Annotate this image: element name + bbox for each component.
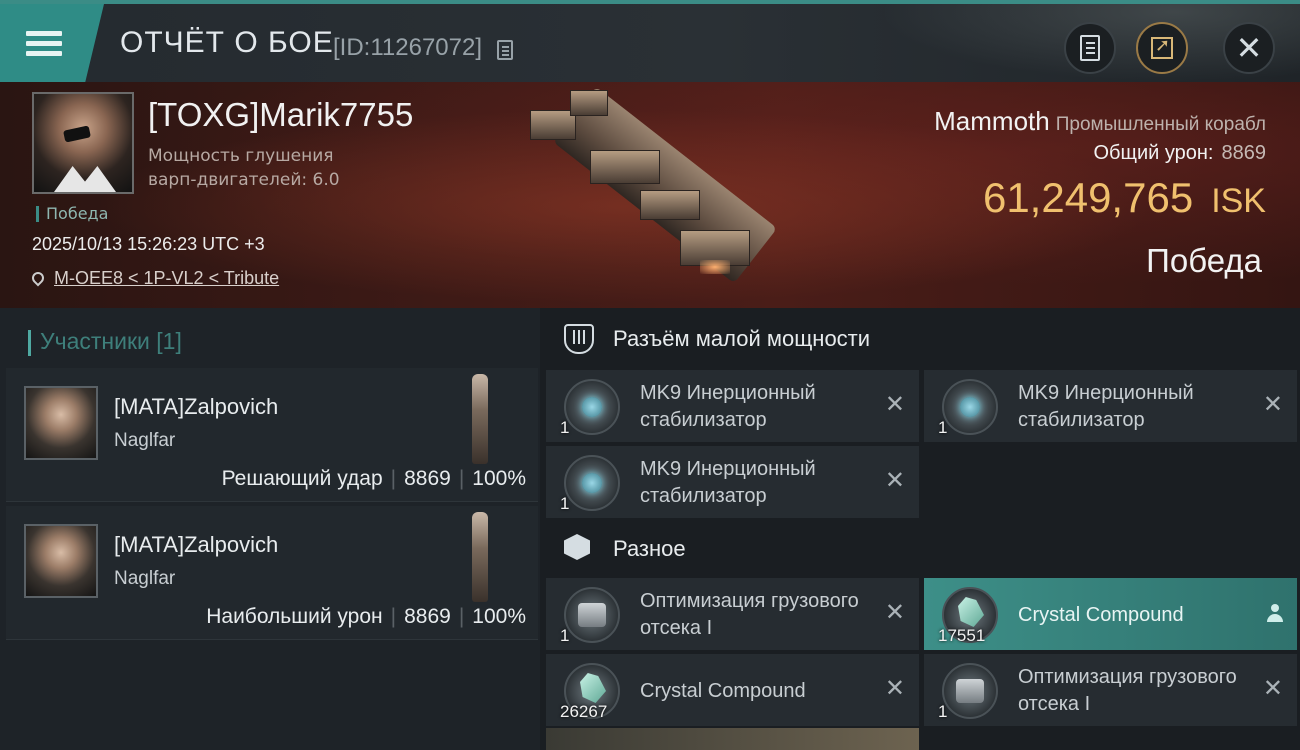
destroyed-icon: ✕ [884, 466, 905, 494]
participant-ship: Naglfar [114, 430, 176, 451]
participant-name[interactable]: [MATA]Zalpovich [114, 532, 278, 558]
module-name: MK9 Инерционный стабилизатор [640, 382, 816, 431]
isk-unit: ISK [1211, 182, 1266, 220]
module-item[interactable]: 1 Оптимизация грузового отсека I ✕ [546, 578, 919, 650]
participant-card[interactable]: [MATA]Zalpovich Naglfar Наибольший урон |… [6, 506, 538, 640]
module-name: Оптимизация грузового отсека I [640, 590, 859, 639]
destroyed-icon: ✕ [1262, 674, 1283, 702]
module-item-dropped[interactable]: 17551 Crystal Compound [924, 578, 1297, 650]
participant-name[interactable]: [MATA]Zalpovich [114, 394, 278, 420]
page-title: ОТЧЁТ О БОЕ [120, 26, 334, 59]
module-qty: 17551 [938, 626, 986, 645]
fitting-panel: Разъём малой мощности 1 MK9 Инерционный … [540, 308, 1300, 750]
victim-avatar[interactable] [32, 92, 134, 194]
participant-percent: 100% [472, 467, 526, 490]
participant-avatar[interactable] [24, 386, 98, 460]
destroyed-icon: ✕ [884, 390, 905, 418]
report-icon [1080, 35, 1100, 61]
title-bar: ОТЧЁТ О БОЕ [ID:11267072] ✕ [0, 0, 1300, 82]
share-button[interactable] [1136, 22, 1188, 74]
separator: | [458, 467, 465, 490]
module-name: Crystal Compound [640, 680, 806, 702]
cargo-optimization-icon [942, 663, 998, 719]
module-qty: 1 [560, 494, 570, 513]
participant-role: Наибольший урон [206, 605, 383, 628]
total-damage-label: Общий урон: [1093, 142, 1214, 164]
victim-stat: Мощность глушения варп-двигателей: 6.0 [148, 146, 340, 190]
ship-class: Промышленный корабл [1055, 114, 1266, 135]
participant-damage: 8869 [404, 605, 451, 628]
module-item[interactable]: 1 MK9 Инерционный стабилизатор ✕ [546, 370, 919, 442]
low-slot-icon [564, 324, 594, 354]
header-accent-bar [28, 330, 31, 356]
result-label: Победа [1146, 242, 1262, 279]
stabilizer-icon [564, 455, 620, 511]
menu-icon [26, 26, 62, 61]
module-name: Crystal Compound [1018, 604, 1184, 626]
separator: | [390, 467, 397, 490]
participant-ship-image [472, 374, 488, 464]
participants-panel: Участники [1] [MATA]Zalpovich Naglfar Ре… [0, 308, 540, 750]
kill-datetime: 2025/10/13 15:26:23 UTC +3 [32, 234, 265, 254]
participant-card[interactable]: [MATA]Zalpovich Naglfar Решающий удар | 88… [6, 368, 538, 502]
participant-percent: 100% [472, 605, 526, 628]
victim-name[interactable]: [TOXG]Marik7755 [148, 96, 413, 134]
module-item[interactable]: 1 Оптимизация грузового отсека I ✕ [924, 654, 1297, 726]
partially-visible-item[interactable] [546, 728, 919, 750]
close-button[interactable]: ✕ [1223, 22, 1275, 74]
isk-value: 61,249,765 [982, 174, 1194, 221]
module-name: Оптимизация грузового отсека I [1018, 666, 1237, 715]
total-damage: Общий урон: 8869 [1094, 142, 1267, 165]
module-qty: 1 [938, 702, 948, 721]
kill-summary-banner: [TOXG]Marik7755 Мощность глушения варп-д… [0, 82, 1300, 308]
report-id: [ID:11267072] [333, 34, 483, 61]
separator: | [458, 605, 465, 628]
module-name: MK9 Инерционный стабилизатор [1018, 382, 1194, 431]
destroyed-icon: ✕ [1262, 390, 1283, 418]
participants-title: Участники [1] [40, 328, 182, 354]
participant-ship-image [472, 512, 488, 602]
close-icon: ✕ [1235, 29, 1263, 67]
stabilizer-icon [564, 379, 620, 435]
isk-value-line: 61,249,765 ISK [983, 174, 1266, 222]
stabilizer-icon [942, 379, 998, 435]
participant-stats: Решающий удар | 8869 | 100% [222, 467, 526, 491]
menu-button[interactable] [0, 4, 104, 82]
module-qty: 26267 [560, 702, 608, 721]
module-qty: 1 [560, 418, 570, 437]
misc-header: Разное [540, 518, 1300, 580]
module-qty: 1 [560, 626, 570, 645]
report-button[interactable] [1064, 22, 1116, 74]
low-slots-title: Разъём малой мощности [613, 326, 871, 351]
location-pin-icon [29, 269, 47, 287]
location-link[interactable]: M-OEE8 < 1P-VL2 < Tribute [54, 268, 279, 288]
copy-icon[interactable] [497, 40, 513, 60]
kill-location[interactable]: M-OEE8 < 1P-VL2 < Tribute [29, 268, 279, 289]
destroyed-icon: ✕ [884, 598, 905, 626]
separator: | [390, 605, 397, 628]
participant-ship: Naglfar [114, 568, 176, 589]
module-item[interactable]: 1 MK9 Инерционный стабилизатор ✕ [546, 446, 919, 518]
total-damage-value: 8869 [1221, 142, 1267, 164]
module-item[interactable]: 1 MK9 Инерционный стабилизатор ✕ [924, 370, 1297, 442]
destroyed-icon: ✕ [884, 674, 905, 702]
person-icon [1267, 604, 1283, 624]
misc-title: Разное [613, 536, 686, 561]
cargo-optimization-icon [564, 587, 620, 643]
participant-damage: 8869 [404, 467, 451, 490]
participant-role: Решающий удар [221, 467, 383, 490]
result-tag: Победа [36, 206, 108, 222]
ship-image [520, 86, 790, 300]
participants-header[interactable]: Участники [1] [6, 318, 540, 366]
module-item[interactable]: 26267 Crystal Compound ✕ [546, 654, 919, 726]
participant-stats: Наибольший урон | 8869 | 100% [206, 605, 526, 629]
ship-name-text: Mammoth [934, 106, 1050, 136]
module-qty: 1 [938, 418, 948, 437]
participant-avatar[interactable] [24, 524, 98, 598]
cargo-box-icon [564, 534, 590, 560]
module-name: MK9 Инерционный стабилизатор [640, 458, 816, 507]
ship-name[interactable]: Mammoth Промышленный корабл [934, 106, 1266, 137]
share-icon [1151, 35, 1173, 59]
low-slots-header: Разъём малой мощности [540, 308, 1300, 370]
